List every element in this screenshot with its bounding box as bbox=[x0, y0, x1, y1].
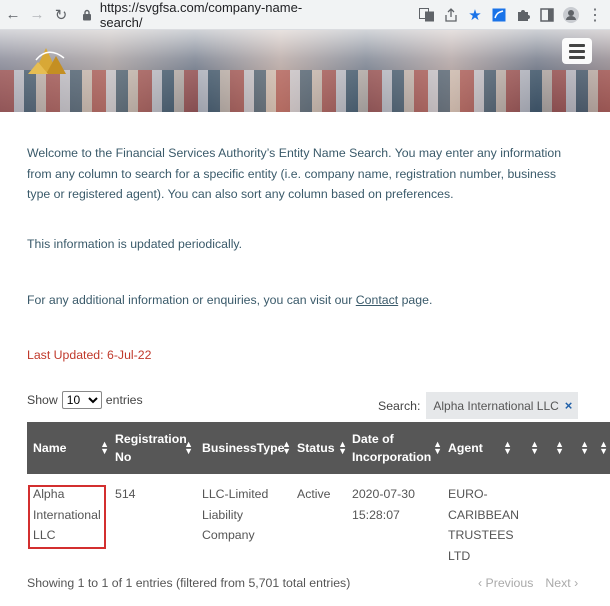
extension-square-icon[interactable] bbox=[490, 6, 508, 24]
menu-bar-icon bbox=[569, 43, 585, 47]
table-info: Showing 1 to 1 of 1 entries (filtered fr… bbox=[27, 576, 351, 590]
profile-avatar-icon[interactable] bbox=[562, 6, 580, 24]
forward-icon[interactable]: → bbox=[26, 4, 48, 26]
sort-icon: ▲ ▼ bbox=[338, 439, 347, 456]
contact-link[interactable]: Contact bbox=[356, 293, 398, 307]
column-header-status[interactable]: Status ▲ ▼ bbox=[297, 422, 347, 474]
cell-name: Alpha International LLC bbox=[33, 487, 101, 542]
town-rooftops-image bbox=[0, 70, 610, 112]
menu-bar-icon bbox=[569, 55, 585, 59]
column-header-agent[interactable]: Agent ▲ ▼ bbox=[448, 422, 512, 474]
pagination: ‹ Previous Next › bbox=[478, 576, 578, 590]
column-header-registration[interactable]: Registration No ▲ ▼ bbox=[115, 422, 193, 474]
cell-registration: 514 bbox=[115, 487, 136, 501]
menu-bar-icon bbox=[569, 49, 585, 53]
last-updated: Last Updated: 6-Jul-22 bbox=[27, 348, 152, 362]
welcome-text: Welcome to the Financial Services Author… bbox=[27, 146, 562, 201]
sort-icon: ▲ ▼ bbox=[503, 439, 512, 456]
browser-toolbar: ← → ↻ https://svgfsa.com/company-name-se… bbox=[0, 0, 610, 30]
column-header-name[interactable]: Name ▲ ▼ bbox=[33, 422, 109, 474]
sort-icon: ▲ ▼ bbox=[184, 439, 193, 456]
table-row: Alpha International LLC 514 LLC-Limited Lia… bbox=[27, 474, 610, 564]
lock-icon bbox=[80, 9, 94, 21]
contact-note: For any additional information or enquir… bbox=[27, 293, 433, 307]
update-note: This information is updated periodically… bbox=[27, 237, 243, 251]
sort-icon: ▲ ▼ bbox=[599, 439, 608, 456]
column-header-extra-4[interactable]: ▲ ▼ bbox=[592, 422, 608, 474]
column-header-extra-2[interactable]: ▲ ▼ bbox=[542, 422, 564, 474]
side-panel-icon[interactable] bbox=[538, 6, 556, 24]
sort-icon: ▲ ▼ bbox=[282, 439, 291, 456]
url-text: https://svgfsa.com/company-name-search/ bbox=[99, 0, 303, 30]
sort-icon: ▲ ▼ bbox=[580, 439, 589, 456]
fsa-logo[interactable] bbox=[24, 40, 74, 80]
cell-status: Active bbox=[297, 487, 331, 501]
clear-search-icon[interactable]: × bbox=[565, 398, 573, 413]
next-button[interactable]: Next › bbox=[545, 576, 578, 590]
search-label: Search: bbox=[378, 398, 421, 413]
entries-select[interactable]: 10 bbox=[61, 391, 102, 409]
search-control: Search: Alpha International LLC × bbox=[378, 392, 579, 419]
back-icon[interactable]: ← bbox=[2, 4, 24, 26]
column-header-extra-3[interactable]: ▲ ▼ bbox=[567, 422, 589, 474]
cell-business-type: LLC-Limited Liability Company bbox=[202, 487, 269, 542]
cell-agent: EURO- CARIBBEAN TRUSTEES LTD bbox=[448, 487, 520, 563]
reload-icon[interactable]: ↻ bbox=[50, 4, 72, 26]
browser-menu-icon[interactable]: ⋮ bbox=[586, 6, 604, 24]
cell-date-of-incorporation: 2020-07-30 15:28:07 bbox=[352, 487, 415, 522]
column-header-business-type[interactable]: BusinessType ▲ ▼ bbox=[202, 422, 291, 474]
address-bar[interactable]: https://svgfsa.com/company-name-search/ bbox=[80, 0, 342, 30]
column-header-date-of-incorporation[interactable]: Date of Incorporation ▲ ▼ bbox=[352, 422, 442, 474]
chevron-right-icon: › bbox=[574, 576, 579, 590]
sort-icon: ▲ ▼ bbox=[530, 439, 539, 456]
hero-banner bbox=[0, 30, 610, 112]
sort-icon: ▲ ▼ bbox=[433, 439, 442, 456]
hamburger-menu-button[interactable] bbox=[562, 38, 592, 64]
previous-button[interactable]: ‹ Previous bbox=[478, 576, 533, 590]
extensions-puzzle-icon[interactable] bbox=[514, 6, 532, 24]
bookmark-star-icon[interactable]: ★ bbox=[466, 6, 484, 24]
sort-icon: ▲ ▼ bbox=[100, 439, 109, 456]
search-input[interactable]: Alpha International LLC × bbox=[426, 392, 579, 419]
column-header-extra-1[interactable]: ▲ ▼ bbox=[517, 422, 539, 474]
table-header: Name ▲ ▼ Registration No ▲ ▼ BusinessType ▲… bbox=[27, 422, 610, 474]
sort-icon: ▲ ▼ bbox=[555, 439, 564, 456]
share-icon[interactable] bbox=[442, 6, 460, 24]
translate-icon[interactable] bbox=[418, 6, 436, 24]
page-length-control: Show 10 entries bbox=[27, 391, 143, 409]
chevron-left-icon: ‹ bbox=[478, 576, 483, 590]
